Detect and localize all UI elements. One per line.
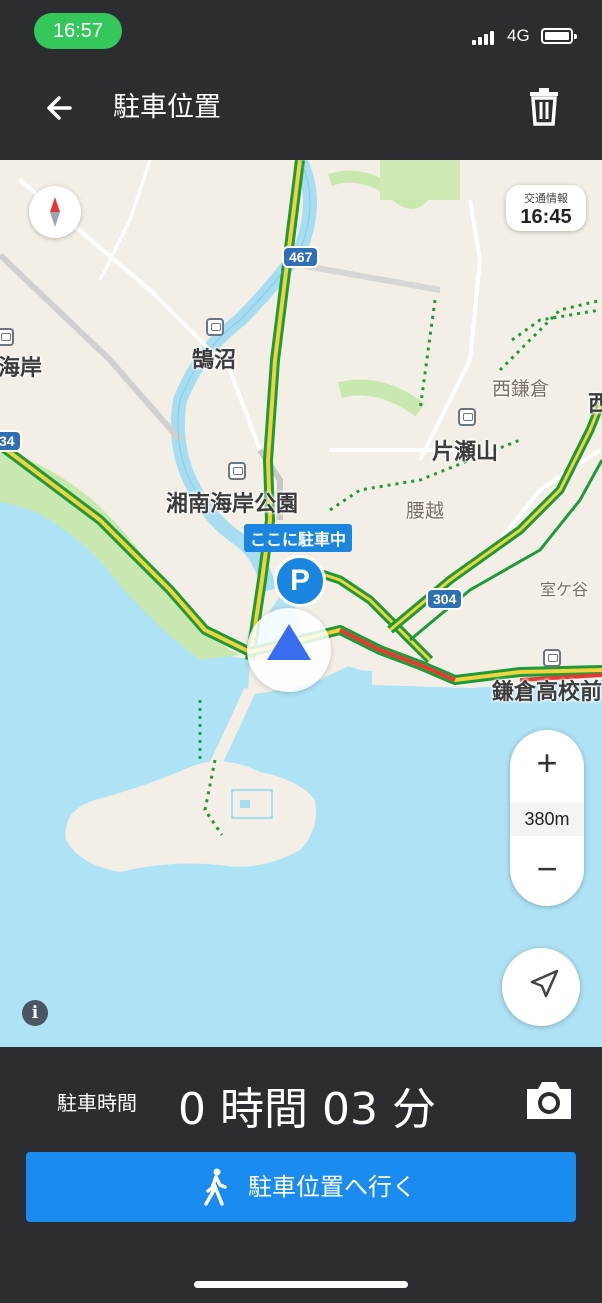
zoom-in-button[interactable]: +: [510, 742, 584, 784]
home-indicator[interactable]: [194, 1281, 408, 1288]
map-label-katasezan: 片瀬山: [432, 440, 499, 465]
parked-here-label: ここに駐車中: [244, 524, 353, 552]
zoom-control: + 380m −: [510, 730, 584, 906]
status-bar: 16:57 4G: [0, 0, 602, 60]
map-label-kaigan: 海岸: [0, 356, 43, 381]
page-title: 駐車位置: [113, 92, 221, 123]
back-arrow-icon[interactable]: [40, 88, 80, 128]
route-shield-34: 34: [0, 430, 22, 452]
map-label-nishikamakura: 西鎌倉: [492, 378, 550, 400]
map-scale: 380m: [510, 802, 584, 836]
app-bar: 駐車位置: [0, 60, 602, 160]
bottom-panel: 駐車時間 0 時間 03 分 駐車位置へ行く: [0, 1047, 602, 1303]
status-time: 16:57: [34, 13, 122, 49]
parking-duration-value: 0 時間 03 分: [178, 1084, 436, 1135]
map-label-kugenuma: 鵠沼: [192, 348, 237, 373]
locate-icon: [530, 969, 559, 998]
traffic-info-time: 16:45: [520, 206, 572, 228]
zoom-out-button[interactable]: −: [510, 848, 584, 890]
locate-button[interactable]: [502, 948, 580, 1026]
current-location-marker: [247, 608, 331, 692]
info-icon[interactable]: i: [22, 1000, 48, 1026]
map-view[interactable]: 交通情報 16:45 467 304 34 海岸 鵠沼 湘南海岸公園 片瀬山 腰…: [0, 160, 602, 1047]
trash-icon[interactable]: [522, 84, 566, 128]
go-to-parking-button[interactable]: 駐車位置へ行く: [26, 1152, 576, 1222]
route-shield-467: 467: [282, 246, 320, 268]
route-shield-304: 304: [426, 588, 464, 610]
battery-icon: [541, 28, 577, 44]
traffic-info-button[interactable]: 交通情報 16:45: [506, 185, 586, 231]
network-type: 4G: [507, 26, 530, 45]
camera-icon[interactable]: [523, 1077, 575, 1123]
map-label-nishi: 西: [588, 392, 602, 417]
traffic-info-label: 交通情報: [524, 192, 568, 205]
parking-duration-label: 駐車時間: [57, 1091, 137, 1115]
station-icon: [0, 328, 14, 346]
compass-icon[interactable]: [29, 186, 81, 238]
map-label-murogaya: 室ケ谷: [540, 580, 589, 599]
station-icon: [206, 318, 224, 336]
map-label-koshigoe: 腰越: [406, 500, 445, 522]
station-icon: [228, 462, 246, 480]
parking-pin[interactable]: P: [274, 555, 326, 607]
map-label-kamakura-hs: 鎌倉高校前: [492, 680, 602, 705]
signal-icon: [472, 29, 498, 45]
go-to-parking-label: 駐車位置へ行く: [248, 1173, 416, 1201]
walk-icon: [204, 1168, 227, 1206]
station-icon: [458, 408, 476, 426]
station-icon: [543, 649, 561, 667]
map-label-shonan-park: 湘南海岸公園: [166, 492, 299, 517]
